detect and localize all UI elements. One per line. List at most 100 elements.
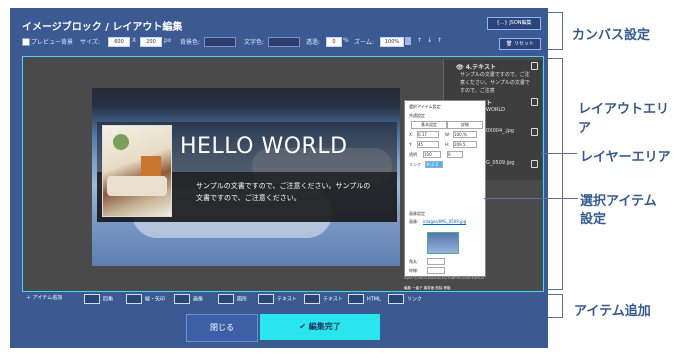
canvas-settings-bracket xyxy=(548,12,563,50)
border-input[interactable] xyxy=(427,267,445,274)
text-icon xyxy=(258,294,274,304)
text-box-icon xyxy=(304,294,320,304)
link-input[interactable]: #L2-2 xyxy=(425,161,443,168)
move-action[interactable]: 移動 xyxy=(444,286,451,290)
add-html-button[interactable]: HTML xyxy=(348,294,381,304)
plant-shape xyxy=(113,134,129,150)
lock-icon[interactable] xyxy=(531,62,538,70)
y-label: Y: xyxy=(409,142,413,147)
reset-button[interactable]: 🗑 リセット xyxy=(499,38,541,50)
opacity-input[interactable]: 0 xyxy=(326,37,342,47)
shape-icon xyxy=(218,294,234,304)
code-icon xyxy=(348,294,364,304)
add-link-button[interactable]: リンク xyxy=(388,294,422,304)
link-icon xyxy=(388,294,404,304)
hello-world-text[interactable]: HELLO WORLD xyxy=(180,134,348,159)
w-label: W: xyxy=(445,132,451,137)
h-label: H: xyxy=(445,142,450,147)
add-text-button[interactable]: テキスト xyxy=(258,294,297,304)
corner-input[interactable] xyxy=(427,258,445,265)
lock-icon[interactable] xyxy=(531,128,538,136)
text-color-picker[interactable] xyxy=(268,37,300,47)
style-code: style="position:absolute;top:0;left:0%;w… xyxy=(404,276,484,280)
props-actions: 編集 一番下 最背面 削除 移動 xyxy=(404,286,484,291)
y-input[interactable]: 45 xyxy=(417,141,439,148)
item-add-bracket xyxy=(548,294,563,318)
close-button[interactable]: 閉じる xyxy=(186,314,258,342)
text-color-label: 文字色: xyxy=(244,39,265,46)
edit-action[interactable]: 編集 xyxy=(404,286,411,290)
image-section-label: 画像設定 xyxy=(409,211,425,216)
zoom-stepper[interactable] xyxy=(405,37,411,45)
border-label: 枠線: xyxy=(409,268,419,273)
percent-unit: % xyxy=(343,37,349,44)
dining-photo[interactable] xyxy=(102,125,172,217)
selected-item-line xyxy=(484,198,578,199)
image-label: 画像: xyxy=(409,219,419,224)
eye-icon[interactable]: 👁 xyxy=(456,64,464,71)
layer-title: 4.テキスト xyxy=(465,64,496,71)
bottom-action[interactable]: 一番下 xyxy=(412,286,423,290)
trash-icon: 🗑 xyxy=(506,41,513,47)
arrow-down-icon[interactable]: ↓ xyxy=(427,37,432,44)
detail-tab[interactable]: 詳細 xyxy=(447,121,483,129)
done-button[interactable]: ✔ 編集完了 xyxy=(260,314,380,340)
zoom-select[interactable]: 100% xyxy=(380,37,404,47)
layout-area-bracket xyxy=(548,58,563,290)
image-thumbnail[interactable] xyxy=(427,232,459,254)
width-input[interactable]: 600 xyxy=(108,37,130,47)
opacity-label: 透明 xyxy=(409,152,417,157)
layout-area-annotation: レイアウトエリア xyxy=(578,102,670,136)
selected-item-annotation-1: 選択アイテム xyxy=(580,194,657,209)
back-action[interactable]: 最背面 xyxy=(424,286,435,290)
image-icon xyxy=(174,294,190,304)
w-input[interactable]: 100.% xyxy=(453,131,477,138)
lock-icon[interactable] xyxy=(531,98,538,106)
link-label: リンク xyxy=(409,162,421,167)
add-line-button[interactable]: 線・矢印 xyxy=(126,294,165,304)
add-shape-button[interactable]: 図形 xyxy=(218,294,247,304)
layer-desc: サンプルの文書ですので、ご注意ください。サンプルの文書ですので、ご注意 xyxy=(460,72,530,94)
delete-action[interactable]: 削除 xyxy=(435,286,442,290)
opacity-label: 透過: xyxy=(306,39,321,46)
layer-area-annotation: レイヤーエリア xyxy=(580,150,671,165)
image-path-link[interactable]: images/IMG_0509.jpg xyxy=(423,219,466,224)
x-separator: X xyxy=(132,37,137,44)
layer-item[interactable]: 👁 4.テキスト サンプルの文書ですので、ご注意ください。サンプルの文書ですので… xyxy=(444,62,542,95)
bg-color-picker[interactable] xyxy=(204,37,236,47)
json-edit-button[interactable]: {...} JSON編集 xyxy=(487,17,541,30)
size-label: サイズ: xyxy=(80,39,100,46)
sample-text[interactable]: サンプルの文書ですので、ご注意ください。サンプルの文書ですので、ご注意ください。 xyxy=(196,180,376,204)
zoom-label: ズーム: xyxy=(354,39,374,46)
arrow-up-icon[interactable]: ↑ xyxy=(417,37,422,44)
layer-area-line xyxy=(541,153,577,154)
canvas-settings-annotation: カンバス設定 xyxy=(572,28,651,43)
arrow-icon xyxy=(126,294,142,304)
selected-item-settings: 選択アイテム設定 共通設定 基本設定 詳細 X: 0.17 W: 100.% Y… xyxy=(404,100,486,277)
item-add-bar: ＋ アイテム追加 四角 線・矢印 画像 図形 テキスト テキスト HTML リン… xyxy=(22,292,542,306)
add-item-label: ＋ アイテム追加 xyxy=(26,295,63,301)
rect-icon xyxy=(84,294,100,304)
add-image-button[interactable]: 画像 xyxy=(174,294,203,304)
px-unit: px xyxy=(164,37,172,44)
x-label: X: xyxy=(409,132,414,137)
height-input[interactable]: 200 xyxy=(140,37,162,47)
plus-icon: ＋ xyxy=(26,295,32,301)
preview-bg-label: プレビュー背景 xyxy=(31,39,74,46)
arrow-up-icon[interactable]: ↑ xyxy=(437,37,442,44)
lock-icon[interactable] xyxy=(531,160,538,168)
x-input[interactable]: 0.17 xyxy=(417,131,439,138)
rotation-input[interactable]: 0 xyxy=(447,151,463,158)
editor-title: イメージブロック / レイアウト編集 xyxy=(22,22,183,33)
h-input[interactable]: 209.5 xyxy=(453,141,477,148)
add-text-box-button[interactable]: テキスト xyxy=(304,294,343,304)
add-rect-button[interactable]: 四角 xyxy=(84,294,113,304)
props-title: 選択アイテム設定 xyxy=(409,104,441,109)
preview-bg-checkbox[interactable] xyxy=(22,38,30,46)
reset-label: リセット xyxy=(513,41,534,47)
opacity-input[interactable]: 100 xyxy=(423,151,441,158)
selected-item-annotation-2: 設定 xyxy=(580,212,607,227)
basic-tab[interactable]: 基本設定 xyxy=(411,121,447,129)
canvas-settings-toolbar: プレビュー背景 サイズ: 600 X 200 px 背景色: 文字色: 透過: … xyxy=(22,37,542,47)
table-shape xyxy=(107,176,167,196)
